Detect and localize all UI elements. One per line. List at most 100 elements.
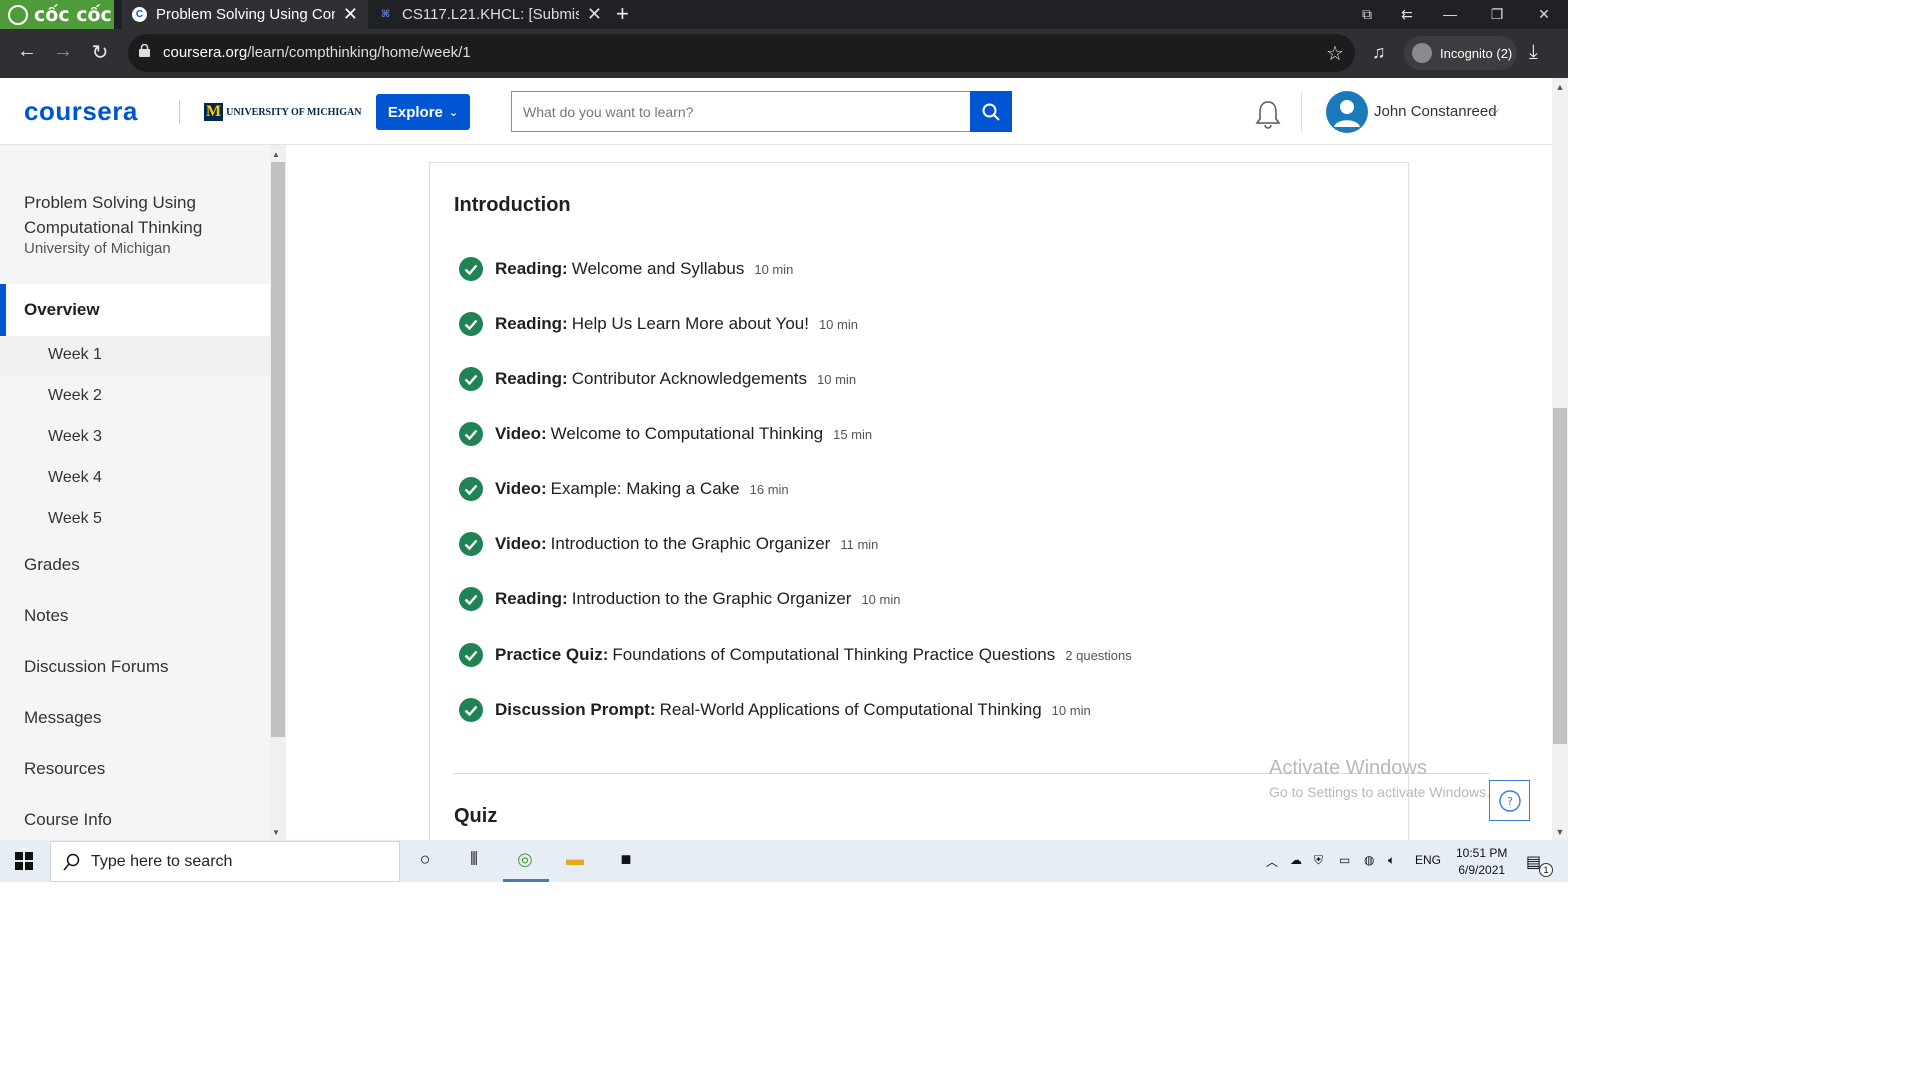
file-explorer-icon[interactable]: ▬	[563, 849, 587, 873]
sidebar-item-grades[interactable]: Grades	[24, 555, 80, 575]
coccoc-taskbar-icon[interactable]: ◎	[513, 849, 537, 873]
list-item[interactable]: Video: Welcome to Computational Thinking…	[459, 422, 872, 446]
incognito-button[interactable]: Incognito (2)	[1404, 36, 1517, 70]
item-title[interactable]: Contributor Acknowledgements	[572, 369, 807, 389]
minimize-icon[interactable]: —	[1430, 0, 1470, 29]
sidebar-item-discussion-forums[interactable]: Discussion Forums	[24, 657, 169, 677]
chevron-up-icon[interactable]: ︿	[1266, 853, 1278, 870]
avatar[interactable]	[1326, 91, 1368, 133]
clock[interactable]: 10:51 PM 6/9/2021	[1456, 845, 1507, 879]
moodle-favicon-icon: ⌘	[378, 7, 393, 22]
item-duration: 10 min	[1052, 703, 1091, 718]
list-item[interactable]: Video: Example: Making a Cake 16 min	[459, 477, 789, 501]
item-title[interactable]: Foundations of Computational Thinking Pr…	[612, 645, 1055, 665]
coursera-logo[interactable]: coursera	[24, 96, 138, 127]
bookmark-star-icon[interactable]: ☆	[1326, 41, 1344, 66]
tab-title: Problem Solving Using Comp	[156, 6, 335, 23]
sidebar-item-week-1[interactable]: Week 1	[48, 346, 102, 364]
scroll-up-icon[interactable]: ▲	[272, 150, 280, 159]
playlist-icon[interactable]: ♫	[1372, 42, 1386, 63]
scroll-down-icon[interactable]: ▼	[272, 828, 280, 837]
network-icon[interactable]: ◍	[1364, 853, 1374, 867]
list-item[interactable]: Reading: Welcome and Syllabus 10 min	[459, 257, 793, 281]
item-duration: 10 min	[861, 592, 900, 607]
item-title[interactable]: Welcome to Computational Thinking	[551, 424, 823, 444]
tab-cs117[interactable]: ⌘ CS117.L21.KHCL: [Submission ✕	[368, 0, 612, 29]
list-item[interactable]: Practice Quiz: Foundations of Computatio…	[459, 643, 1132, 667]
partner-name: UNIVERSITY OF MICHIGAN	[226, 107, 361, 118]
completed-check-icon	[459, 312, 483, 336]
taskbar-search-box[interactable]: Type here to search	[50, 841, 400, 882]
item-type: Practice Quiz:	[495, 645, 608, 665]
partner-logo[interactable]: M UNIVERSITY OF MICHIGAN	[204, 103, 362, 121]
close-window-icon[interactable]: ✕	[1524, 0, 1564, 29]
help-button[interactable]: ?	[1489, 780, 1530, 821]
onedrive-icon[interactable]: ☁	[1290, 853, 1302, 867]
taskbar-search-placeholder: Type here to search	[91, 853, 232, 871]
item-title[interactable]: Introduction to the Graphic Organizer	[572, 589, 852, 609]
terminal-icon[interactable]: ■	[614, 849, 638, 873]
completed-check-icon	[459, 587, 483, 611]
forward-icon[interactable]: →	[49, 40, 77, 63]
item-title[interactable]: Example: Making a Cake	[551, 479, 740, 499]
sidebar-item-week-5[interactable]: Week 5	[48, 510, 102, 528]
search-input[interactable]	[511, 91, 971, 132]
close-tab-icon[interactable]: ✕	[343, 4, 358, 25]
list-item[interactable]: Reading: Contributor Acknowledgements 10…	[459, 367, 856, 391]
new-tab-icon[interactable]: +	[616, 0, 629, 29]
browser-brand-button[interactable]: cốc cốc	[0, 0, 114, 29]
sidebar-scrollbar-thumb[interactable]	[271, 162, 285, 737]
search-tabs-icon[interactable]: ⧉	[1347, 0, 1387, 29]
tab-problem-solving[interactable]: C Problem Solving Using Comp ✕	[122, 0, 368, 29]
sidebar-item-messages[interactable]: Messages	[24, 708, 101, 728]
section-title: Introduction	[454, 194, 571, 217]
help-icon: ?	[1498, 789, 1522, 813]
close-tab-icon[interactable]: ✕	[587, 4, 602, 25]
header-divider	[179, 100, 180, 124]
item-type: Video:	[495, 424, 547, 444]
active-indicator	[0, 284, 6, 336]
chevron-down-icon[interactable]: ⌵	[1490, 103, 1499, 118]
windows-start-icon[interactable]	[15, 852, 33, 870]
battery-icon[interactable]: ▭	[1339, 853, 1350, 867]
scroll-down-icon[interactable]: ▼	[1552, 827, 1568, 837]
sidebar-item-week-4[interactable]: Week 4	[48, 469, 102, 487]
item-title[interactable]: Welcome and Syllabus	[572, 259, 745, 279]
notification-bell-icon[interactable]	[1254, 99, 1282, 129]
reload-icon[interactable]: ↻	[86, 40, 114, 65]
security-icon[interactable]: ⛨	[1314, 853, 1323, 868]
sidebar-item-week-2[interactable]: Week 2	[48, 387, 102, 405]
search-button[interactable]	[970, 91, 1012, 132]
sidebar-item-notes[interactable]: Notes	[24, 606, 68, 626]
scroll-up-icon[interactable]: ▲	[1552, 82, 1568, 92]
list-item[interactable]: Reading: Introduction to the Graphic Org…	[459, 587, 900, 611]
url-field[interactable]: coursera.org/learn/compthinking/home/wee…	[128, 34, 1355, 72]
active-app-indicator	[503, 879, 549, 882]
list-item[interactable]: Video: Introduction to the Graphic Organ…	[459, 532, 878, 556]
back-icon[interactable]: ←	[13, 40, 41, 63]
item-type: Reading:	[495, 314, 568, 334]
url-path: /learn/compthinking/home/week/1	[247, 44, 470, 61]
sidebar-item-label[interactable]: Overview	[24, 300, 100, 320]
sidebar-item-week-3[interactable]: Week 3	[48, 428, 102, 446]
download-icon[interactable]: ⤓	[1529, 41, 1538, 64]
page-scrollbar-thumb[interactable]	[1553, 408, 1567, 744]
cortana-icon[interactable]: ○	[413, 849, 437, 873]
list-item[interactable]: Discussion Prompt: Real-World Applicatio…	[459, 698, 1091, 722]
item-type: Video:	[495, 534, 547, 554]
list-item[interactable]: Reading: Help Us Learn More about You! 1…	[459, 312, 858, 336]
user-name[interactable]: John Constanreed	[1374, 103, 1497, 120]
restore-icon[interactable]: ❐	[1477, 0, 1517, 29]
back-history-icon[interactable]: ⇇	[1387, 0, 1427, 29]
explore-button[interactable]: Explore ⌄	[376, 94, 470, 130]
item-title[interactable]: Introduction to the Graphic Organizer	[551, 534, 831, 554]
sidebar-item-course-info[interactable]: Course Info	[24, 810, 112, 830]
item-title[interactable]: Real-World Applications of Computational…	[660, 700, 1042, 720]
sidebar-item-resources[interactable]: Resources	[24, 759, 105, 779]
task-view-icon[interactable]: ⫴	[462, 849, 486, 873]
item-title[interactable]: Help Us Learn More about You!	[572, 314, 809, 334]
search-icon	[982, 103, 1000, 121]
language-indicator[interactable]: ENG	[1415, 853, 1441, 867]
item-type: Discussion Prompt:	[495, 700, 656, 720]
volume-icon[interactable]: 🔈︎	[1388, 853, 1395, 868]
